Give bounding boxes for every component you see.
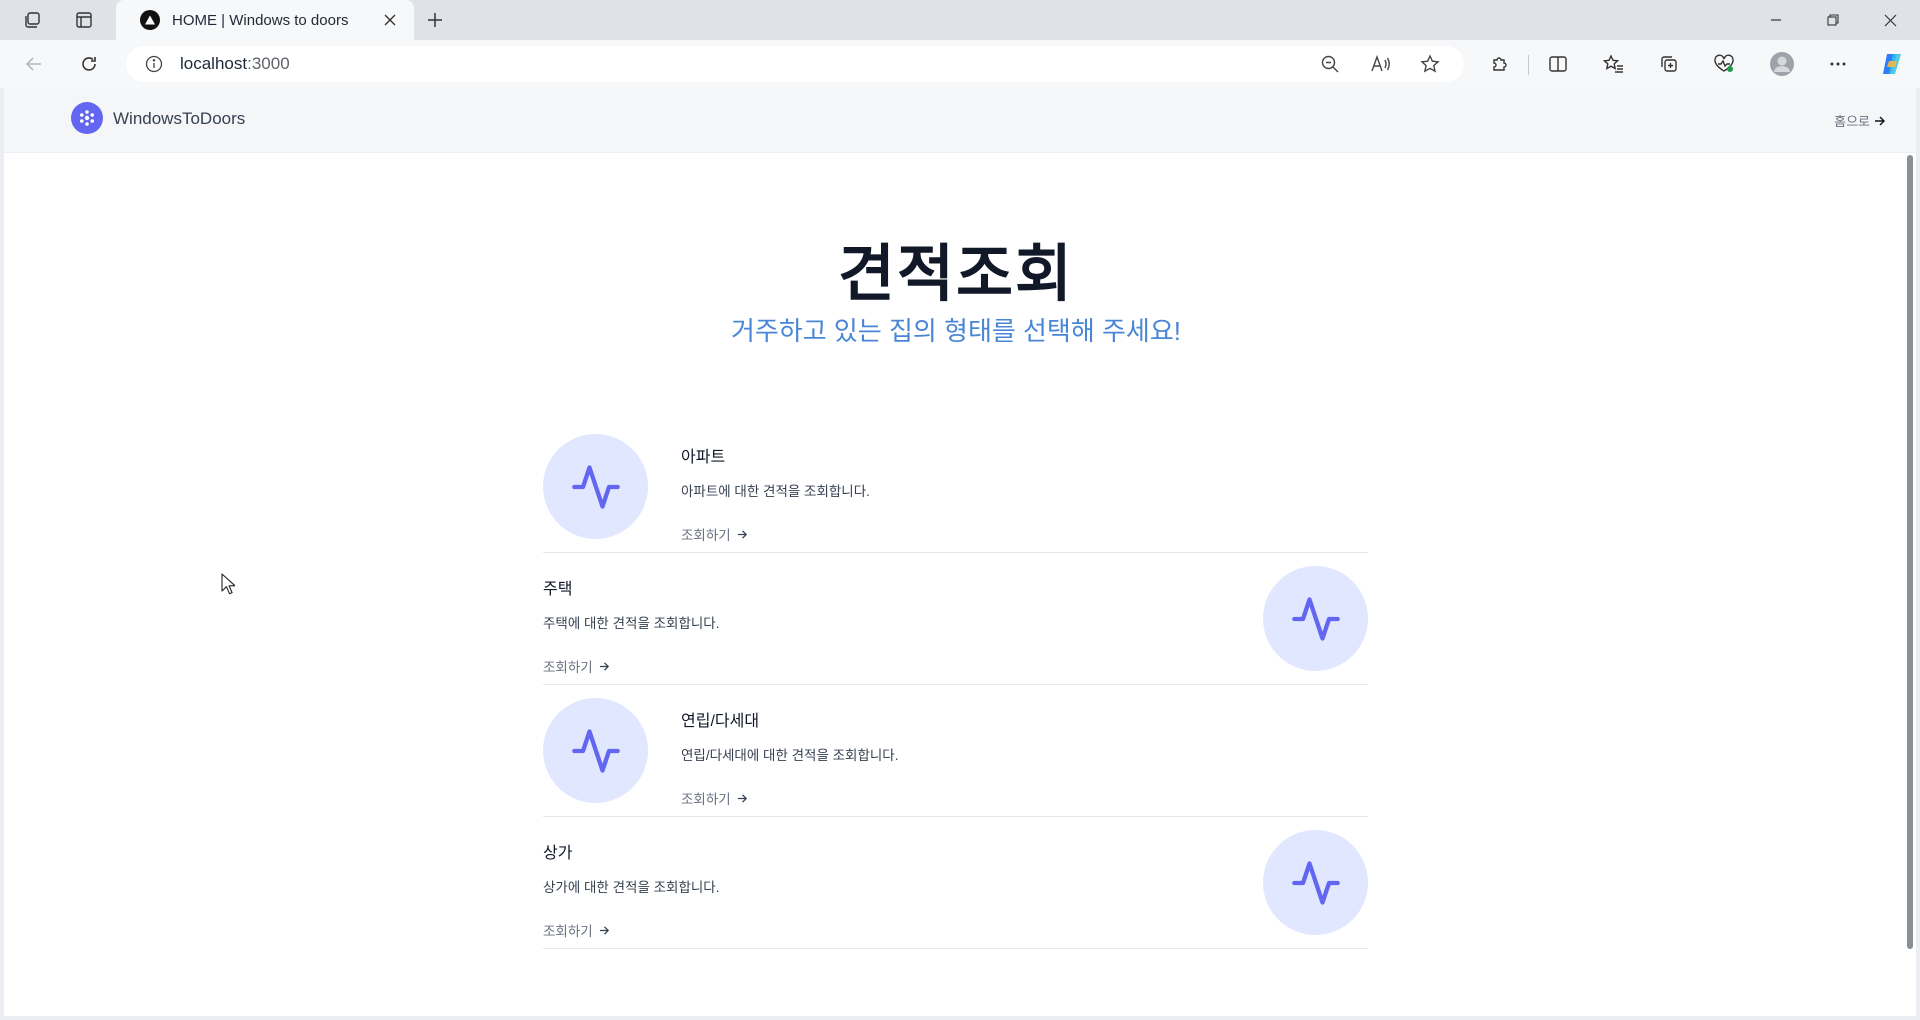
- home-link[interactable]: 홈으로: [1834, 111, 1886, 130]
- refresh-icon: [82, 57, 96, 71]
- zoom-button[interactable]: [1314, 48, 1346, 80]
- url-host: localhost: [180, 54, 248, 73]
- star-icon: [1420, 54, 1440, 73]
- view-quote-link[interactable]: 조회하기: [543, 920, 719, 940]
- zoom-out-icon: [1321, 55, 1339, 73]
- url-text: localhost:3000: [180, 54, 290, 74]
- settings-more-button[interactable]: [1820, 48, 1856, 80]
- workspaces-icon: [25, 12, 40, 28]
- view-quote-label: 조회하기: [681, 528, 731, 543]
- home-link-label: 홈으로: [1834, 114, 1870, 129]
- workspaces-button[interactable]: [15, 6, 49, 34]
- toolbar-divider: [1528, 55, 1529, 75]
- url-port: :3000: [247, 54, 290, 73]
- avatar-icon: [1770, 52, 1794, 76]
- view-quote-link[interactable]: 조회하기: [681, 788, 898, 808]
- view-quote-label: 조회하기: [681, 792, 731, 807]
- minimize-icon: [1771, 19, 1781, 21]
- more-dots-icon: [1830, 62, 1846, 66]
- collections-icon: [1661, 56, 1677, 72]
- copilot-button[interactable]: [1874, 48, 1910, 80]
- copilot-icon: [1883, 54, 1901, 74]
- activity-icon: [543, 434, 648, 539]
- activity-icon: [1263, 566, 1368, 671]
- heart-pulse-icon: [1714, 54, 1734, 72]
- site-header: WindowsToDoors 홈으로: [4, 88, 1916, 153]
- card-description: 연립/다세대에 대한 견적을 조회합니다.: [681, 748, 899, 763]
- view-quote-label: 조회하기: [543, 660, 593, 675]
- close-icon: [1884, 14, 1896, 26]
- arrow-right-icon: [599, 661, 609, 671]
- property-card-apartment: 아파트 아파트에 대한 견적을 조회합니다. 조회하기: [543, 421, 1368, 553]
- active-tab[interactable]: HOME | Windows to doors: [116, 0, 414, 40]
- tab-actions-button[interactable]: [67, 6, 101, 34]
- card-title: 주택: [543, 581, 573, 598]
- view-quote-link[interactable]: 조회하기: [543, 656, 719, 676]
- split-screen-button[interactable]: [1540, 48, 1576, 80]
- property-card-villa: 연립/다세대 연립/다세대에 대한 견적을 조회합니다. 조회하기: [543, 685, 1368, 817]
- arrow-right-icon: [737, 793, 747, 803]
- collections-button[interactable]: [1651, 48, 1687, 80]
- read-aloud-icon: [1371, 54, 1390, 72]
- plus-icon: [428, 13, 442, 27]
- card-title: 상가: [543, 845, 573, 862]
- activity-icon: [1263, 830, 1368, 935]
- new-tab-button[interactable]: [418, 6, 452, 34]
- browser-nav-bar: localhost:3000: [0, 40, 1920, 88]
- back-button[interactable]: [16, 48, 52, 80]
- property-card-house: 주택 주택에 대한 견적을 조회합니다. 조회하기: [543, 553, 1368, 685]
- tab-close-button[interactable]: [378, 8, 402, 32]
- property-type-list: 아파트 아파트에 대한 견적을 조회합니다. 조회하기 주택 주택에 대한 견적…: [543, 421, 1368, 949]
- arrow-left-icon: [25, 57, 41, 71]
- page-title: 견적조회: [837, 240, 1075, 309]
- card-title: 아파트: [681, 449, 726, 466]
- arrow-right-icon: [737, 529, 747, 539]
- view-quote-label: 조회하기: [543, 924, 593, 939]
- brand-name[interactable]: WindowsToDoors: [113, 109, 245, 129]
- mouse-cursor-icon: [221, 573, 236, 600]
- property-card-commercial: 상가 상가에 대한 견적을 조회합니다. 조회하기: [543, 817, 1368, 949]
- tab-actions-icon: [76, 12, 92, 28]
- split-screen-icon: [1549, 56, 1567, 72]
- restore-button[interactable]: [1805, 0, 1861, 40]
- page-subtitle: 거주하고 있는 집의 형태를 선택해 주세요!: [731, 316, 1181, 346]
- close-icon: [384, 14, 396, 26]
- refresh-button[interactable]: [71, 48, 107, 80]
- card-description: 아파트에 대한 견적을 조회합니다.: [681, 484, 870, 499]
- arrow-right-icon: [599, 925, 609, 935]
- logo-icon[interactable]: [71, 102, 103, 134]
- restore-icon: [1827, 14, 1839, 26]
- tab-title: HOME | Windows to doors: [172, 11, 349, 29]
- puzzle-icon: [1493, 57, 1507, 71]
- favicon-icon: [140, 10, 160, 30]
- favorites-list-icon: [1603, 54, 1623, 73]
- page-viewport: WindowsToDoors 홈으로 견적조회 거주하고 있는 집의 형태를 선…: [4, 88, 1916, 1016]
- profile-button[interactable]: [1764, 48, 1800, 80]
- browser-tab-bar: HOME | Windows to doors: [0, 0, 1920, 40]
- favorites-button[interactable]: [1596, 48, 1632, 80]
- browser-essentials-button[interactable]: [1706, 48, 1742, 80]
- minimize-button[interactable]: [1748, 0, 1804, 40]
- favorite-button[interactable]: [1414, 48, 1446, 80]
- read-aloud-button[interactable]: [1364, 48, 1396, 80]
- card-description: 상가에 대한 견적을 조회합니다.: [543, 880, 720, 895]
- address-bar[interactable]: localhost:3000: [126, 46, 1464, 82]
- view-quote-link[interactable]: 조회하기: [681, 524, 870, 544]
- card-description: 주택에 대한 견적을 조회합니다.: [543, 616, 720, 631]
- activity-icon: [543, 698, 648, 803]
- close-window-button[interactable]: [1862, 0, 1918, 40]
- site-info-icon[interactable]: [144, 54, 164, 74]
- extensions-button[interactable]: [1482, 48, 1518, 80]
- card-title: 연립/다세대: [681, 713, 760, 730]
- arrow-right-icon: [1875, 116, 1885, 125]
